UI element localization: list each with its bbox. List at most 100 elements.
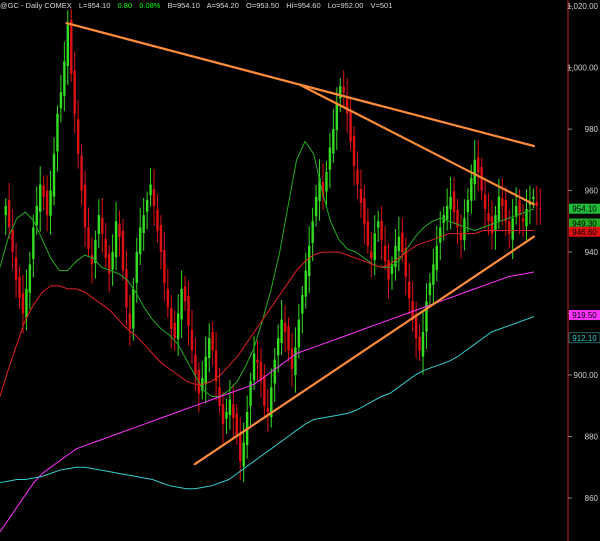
- candle-body: [297, 319, 301, 348]
- candle: [290, 332, 294, 387]
- candle-body: [11, 229, 14, 253]
- candle-body: [70, 19, 73, 74]
- candle-body: [380, 220, 383, 240]
- candle-body: [180, 288, 183, 320]
- candle-body: [221, 404, 225, 425]
- price-tag: 919.50: [569, 310, 600, 321]
- candle-body: [421, 331, 425, 357]
- candle: [356, 151, 359, 199]
- candle: [190, 309, 194, 364]
- candle: [270, 368, 273, 428]
- price-tag-label: 912.10: [572, 334, 597, 343]
- candle: [435, 225, 439, 282]
- candle: [476, 139, 480, 191]
- candle: [87, 207, 90, 258]
- candle: [487, 193, 490, 236]
- candle-body: [532, 196, 535, 200]
- candle-body: [387, 260, 390, 280]
- candle-body: [345, 98, 349, 114]
- candle-body: [470, 178, 473, 201]
- candle: [121, 219, 125, 281]
- candle: [25, 269, 28, 331]
- candle: [104, 222, 107, 268]
- candle-body: [125, 269, 128, 308]
- candle: [211, 321, 214, 366]
- candle: [52, 137, 56, 206]
- candle-body: [366, 221, 370, 246]
- candle: [245, 395, 249, 459]
- candle-body: [225, 411, 228, 419]
- candle: [107, 244, 111, 293]
- candle-body: [28, 264, 32, 293]
- candle: [390, 256, 394, 290]
- candle-body: [256, 359, 259, 363]
- candle: [125, 250, 128, 326]
- price-tag: 946.60: [569, 226, 600, 237]
- candle: [463, 199, 466, 251]
- price-tag: 912.10: [568, 332, 600, 344]
- candle: [387, 243, 390, 299]
- candle-body: [397, 236, 401, 252]
- candle-body: [370, 251, 373, 259]
- candle-body: [349, 111, 352, 142]
- candle-body: [463, 218, 466, 241]
- price-chart[interactable]: 1,020.001,000.00980960940920900.00880860…: [0, 0, 600, 541]
- y-tick-label: 1,000.00: [567, 64, 599, 73]
- candle-body: [511, 218, 514, 240]
- candle-body: [459, 233, 463, 240]
- candle-body: [352, 135, 356, 166]
- y-tick-label: 980: [585, 125, 599, 134]
- candle: [70, 8, 73, 82]
- candle-body: [163, 250, 166, 283]
- candle: [370, 232, 373, 278]
- candle: [359, 169, 363, 218]
- candle-body: [483, 194, 487, 210]
- y-tick-label: 940: [585, 248, 599, 257]
- candle-body: [504, 199, 507, 222]
- candle-body: [356, 169, 359, 185]
- candle-body: [473, 159, 476, 185]
- candle: [501, 178, 504, 226]
- candle: [101, 198, 104, 254]
- trendline[interactable]: [65, 22, 535, 206]
- candle-body: [18, 276, 21, 299]
- candle-body: [332, 129, 335, 154]
- candle: [287, 317, 290, 362]
- candle-body: [166, 288, 170, 308]
- candle-body: [149, 184, 152, 196]
- candle: [421, 312, 425, 375]
- candle: [111, 234, 114, 286]
- price-tag-label: 954.10: [572, 205, 597, 214]
- candle-body: [487, 213, 490, 222]
- candle-body: [518, 200, 521, 216]
- candle: [18, 266, 21, 309]
- candle: [166, 269, 170, 318]
- candle: [170, 294, 173, 349]
- candle: [411, 281, 414, 333]
- candle: [118, 210, 121, 257]
- candle: [28, 251, 32, 310]
- candle: [318, 159, 321, 221]
- candle-body: [359, 188, 363, 203]
- candle-body: [328, 147, 332, 170]
- candle-body: [308, 245, 311, 277]
- price-tag-label: 946.60: [572, 228, 597, 237]
- candle: [514, 187, 518, 225]
- candle: [425, 283, 428, 349]
- candle-body: [287, 326, 290, 351]
- candle-body: [63, 61, 66, 96]
- candle-body: [97, 215, 101, 234]
- candle: [214, 332, 218, 401]
- candle: [263, 364, 266, 419]
- trendline[interactable]: [193, 235, 535, 466]
- candle-body: [276, 338, 280, 356]
- candle: [332, 109, 335, 163]
- candle-body: [42, 185, 45, 197]
- candle-body: [39, 184, 42, 212]
- moving-average-line: [0, 316, 535, 490]
- candle-body: [214, 350, 218, 382]
- candle: [314, 184, 318, 227]
- candle: [45, 175, 49, 232]
- candle: [49, 170, 52, 235]
- candle-body: [232, 404, 235, 419]
